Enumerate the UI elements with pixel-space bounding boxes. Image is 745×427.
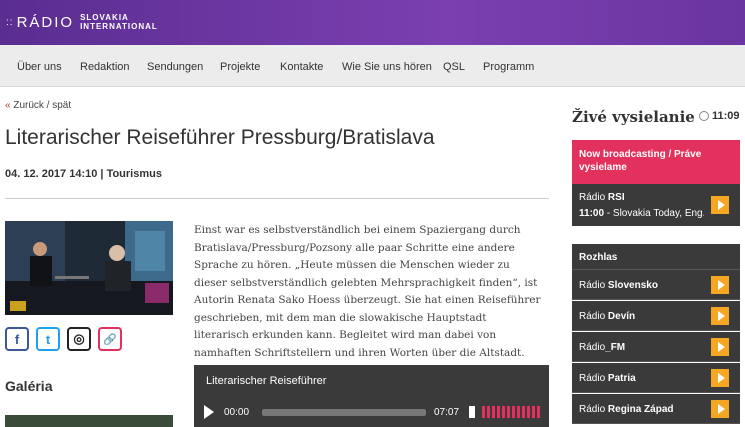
now-playing-row[interactable]: Rádio RSI 11:00 - Slovakia Today, Eng...: [572, 184, 740, 226]
station-name: Slovensko: [607, 280, 658, 291]
now-broadcasting-label: Now broadcasting / Práve vysielame: [572, 140, 740, 184]
station-fm[interactable]: Rádio_FM: [572, 332, 740, 362]
instagram-icon[interactable]: ◎: [67, 327, 91, 351]
play-now-icon[interactable]: [711, 196, 729, 214]
live-broadcast-title: Živé vysielanie: [572, 108, 695, 126]
play-station-icon[interactable]: [711, 369, 729, 387]
logo-line-2: INTERNATIONAL: [80, 22, 158, 31]
article-body: Einst war es selbstverständlich bei eine…: [194, 224, 541, 359]
station-label: Rádio Patria: [579, 373, 636, 384]
logo-radio-text: RÁDIO: [16, 13, 75, 31]
station-name: Regina Západ: [607, 404, 674, 415]
now-station: Rádio RSI: [579, 192, 625, 203]
play-station-icon[interactable]: [711, 307, 729, 325]
station-prefix: Rádio: [579, 280, 606, 291]
nav-item-qsl[interactable]: QSL: [443, 61, 465, 73]
main-nav: Über uns Redaktion Sendungen Projekte Ko…: [0, 45, 745, 87]
logo-dots: ::: [6, 16, 14, 28]
now-time: 11:00: [579, 208, 605, 219]
station-name: _FM: [605, 342, 626, 353]
play-station-icon[interactable]: [711, 400, 729, 418]
audio-player: Literarischer Reiseführer 00:00 07:07: [194, 365, 549, 427]
station-devin[interactable]: Rádio Devín: [572, 301, 740, 331]
nav-item-kontakte[interactable]: Kontakte: [280, 61, 323, 73]
nav-item-wie-sie-uns-hoeren[interactable]: Wie Sie uns hören: [342, 61, 432, 73]
station-name: Devín: [607, 311, 636, 322]
play-station-icon[interactable]: [711, 276, 729, 294]
station-patria[interactable]: Rádio Patria: [572, 363, 740, 393]
player-title: Literarischer Reiseführer: [206, 375, 327, 387]
twitter-glyph: t: [45, 331, 51, 347]
facebook-glyph: f: [14, 331, 20, 347]
station-prefix: Rádio: [579, 311, 606, 322]
nav-item-redaktion[interactable]: Redaktion: [80, 61, 130, 73]
nav-item-programm[interactable]: Programm: [483, 61, 534, 73]
gallery-title: Galéria: [5, 378, 53, 394]
article-divider: [5, 198, 549, 199]
back-link-label: Zurück / spät: [13, 100, 72, 111]
station-regina-zapad[interactable]: Rádio Regina Západ: [572, 394, 740, 424]
article-title: Literarischer Reiseführer Pressburg/Brat…: [5, 126, 435, 149]
clock-icon: [699, 111, 709, 121]
station-label: Rádio_FM: [579, 342, 625, 353]
link-icon[interactable]: 🔗: [98, 327, 122, 351]
logo-subtitle: SLOVAKIA INTERNATIONAL: [80, 13, 158, 31]
rozhlas-heading: Rozhlas: [572, 244, 740, 270]
photo-illustration: [5, 221, 173, 315]
instagram-glyph: ◎: [73, 331, 85, 346]
play-icon[interactable]: [204, 405, 214, 419]
facebook-icon[interactable]: f: [5, 327, 29, 351]
player-current-time: 00:00: [224, 407, 250, 418]
nav-item-sendungen[interactable]: Sendungen: [147, 61, 203, 73]
now-station-prefix: Rádio: [579, 192, 606, 203]
station-slovensko[interactable]: Rádio Slovensko: [572, 270, 740, 300]
site-header: :: RÁDIO SLOVAKIA INTERNATIONAL: [0, 0, 745, 45]
article-category[interactable]: Tourismus: [107, 168, 162, 180]
station-name: Patria: [607, 373, 636, 384]
site-logo[interactable]: :: RÁDIO SLOVAKIA INTERNATIONAL: [6, 13, 158, 31]
article-meta: 04. 12. 2017 14:10 | Tourismus: [5, 168, 162, 180]
back-arrow-icon: «: [5, 100, 11, 111]
play-station-icon[interactable]: [711, 338, 729, 356]
station-label: Rádio Devín: [579, 311, 635, 322]
station-label: Rádio Regina Západ: [579, 404, 674, 415]
player-progress-bar[interactable]: [262, 409, 426, 416]
article-photo[interactable]: [5, 221, 173, 315]
now-show: 11:00 - Slovakia Today, Eng...: [579, 208, 704, 219]
now-station-name: RSI: [607, 192, 625, 203]
back-link[interactable]: « Zurück / spät: [5, 100, 71, 111]
logo-line-1: SLOVAKIA: [80, 13, 129, 22]
station-prefix: Rádio: [579, 373, 606, 384]
current-time: 11:09: [712, 110, 740, 122]
station-prefix: Rádio: [579, 404, 606, 415]
link-glyph: 🔗: [103, 333, 117, 346]
article-date: 04. 12. 2017 14:10: [5, 168, 98, 180]
station-prefix: Rádio: [579, 342, 606, 353]
volume-icon[interactable]: [469, 406, 475, 418]
now-show-title: - Slovakia Today, Eng...: [604, 208, 704, 219]
meta-separator: |: [100, 168, 104, 180]
nav-item-projekte[interactable]: Projekte: [220, 61, 260, 73]
player-duration: 07:07: [434, 407, 460, 418]
nav-item-ueber-uns[interactable]: Über uns: [17, 61, 62, 73]
station-label: Rádio Slovensko: [579, 280, 658, 291]
volume-slider[interactable]: [482, 406, 540, 418]
gallery-thumbnail[interactable]: [5, 415, 173, 427]
twitter-icon[interactable]: t: [36, 327, 60, 351]
